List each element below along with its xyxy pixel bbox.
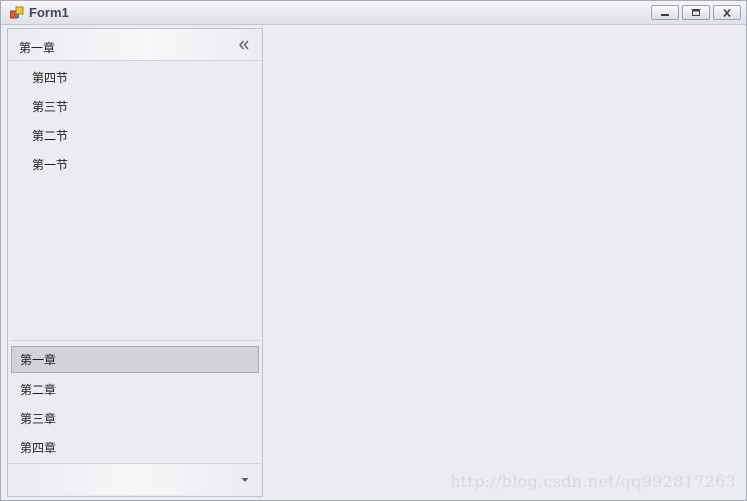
group-button-chapter-2[interactable]: 第二章 <box>11 375 259 404</box>
close-icon <box>723 8 731 17</box>
pane-splitter[interactable] <box>10 340 260 341</box>
expanded-group-header[interactable]: 第一章 <box>9 29 261 61</box>
group-buttons: 第一章 第二章 第三章 第四章 <box>11 346 259 462</box>
nav-item-label: 第四节 <box>32 71 69 85</box>
minimize-icon <box>661 13 669 16</box>
close-button[interactable] <box>713 5 741 20</box>
dropdown-arrow-icon[interactable] <box>241 477 249 483</box>
expanded-group-title: 第一章 <box>19 41 56 55</box>
group-button-chapter-3[interactable]: 第三章 <box>11 404 259 433</box>
group-button-label: 第三章 <box>20 412 57 426</box>
nav-item-section-3[interactable]: 第三节 <box>8 92 262 121</box>
minimize-button[interactable] <box>651 5 679 20</box>
watermark-text: http://blog.csdn.net/qq992817263 <box>450 472 736 491</box>
title-bar[interactable]: Form1 <box>1 1 746 25</box>
maximize-button[interactable] <box>682 5 710 20</box>
group-button-label: 第一章 <box>20 353 57 367</box>
window-controls <box>651 5 741 20</box>
double-chevron-left-icon[interactable] <box>237 38 251 52</box>
group-button-chapter-1[interactable]: 第一章 <box>11 346 259 373</box>
nav-item-label: 第二节 <box>32 129 69 143</box>
nav-item-label: 第一节 <box>32 158 69 172</box>
group-button-label: 第四章 <box>20 441 57 455</box>
overflow-bar <box>9 463 261 495</box>
window-title: Form1 <box>29 5 69 20</box>
maximize-icon <box>692 8 700 16</box>
content-area <box>265 26 746 500</box>
group-button-chapter-4[interactable]: 第四章 <box>11 433 259 462</box>
nav-item-section-2[interactable]: 第二节 <box>8 121 262 150</box>
app-icon <box>10 6 24 19</box>
navigation-pane: 第一章 第四节 第三节 第二节 第一节 第一章 第二章 第三章 第四章 <box>7 28 263 497</box>
nav-item-label: 第三节 <box>32 100 69 114</box>
group-button-label: 第二章 <box>20 383 57 397</box>
main-window: Form1 第一章 第四节 第三节 第二节 第一节 第一章 第二章 第三章 第四… <box>0 0 747 501</box>
nav-item-section-1[interactable]: 第一节 <box>8 150 262 179</box>
nav-item-section-4[interactable]: 第四节 <box>8 63 262 92</box>
group-item-list: 第四节 第三节 第二节 第一节 <box>8 63 262 179</box>
